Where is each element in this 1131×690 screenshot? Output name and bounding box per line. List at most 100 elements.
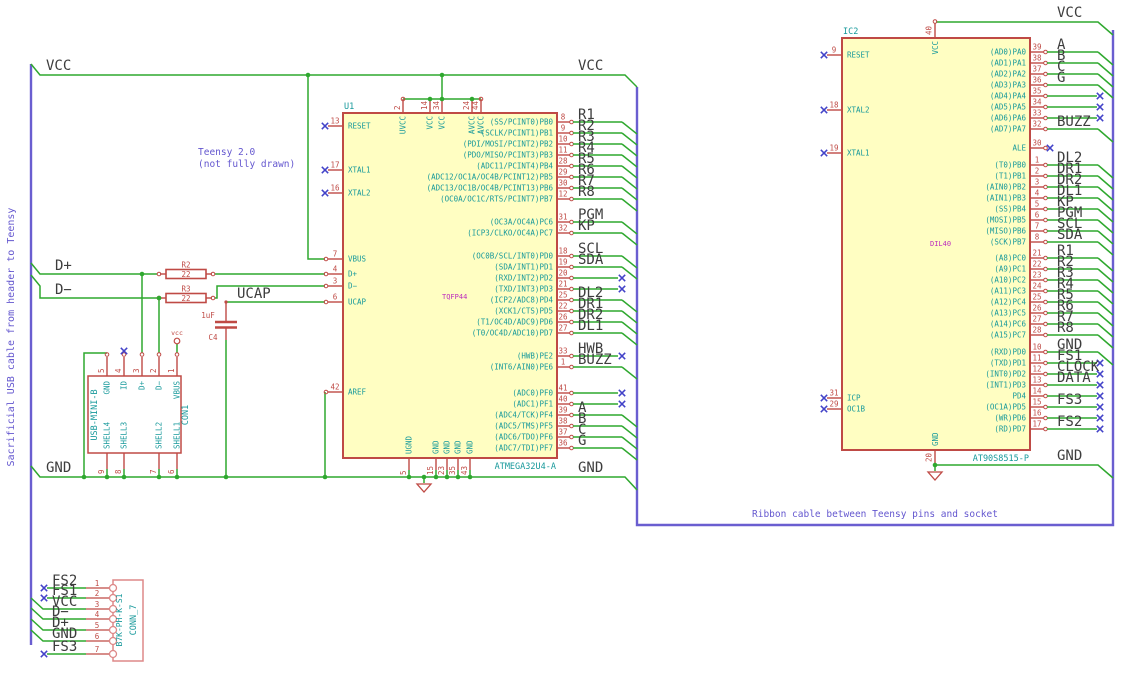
- pin-name: (ADC12/OC1A/OC4B/PCINT12)PB5: [427, 173, 553, 182]
- pin-number: 15: [426, 466, 435, 475]
- pin-terminal: [569, 174, 574, 180]
- component-value: 1uF: [201, 311, 215, 320]
- pin-number: 6: [167, 469, 176, 474]
- junction-dot: [427, 96, 433, 102]
- pin-name: (RXD/INT2)PD2: [494, 274, 553, 283]
- no-connect-icon: [40, 650, 48, 658]
- pin-terminal: [569, 434, 574, 440]
- no-connect-icon: [1096, 92, 1104, 100]
- pin-terminal: [1043, 382, 1048, 388]
- pin-name: GND: [103, 381, 112, 395]
- pin-terminal: [1043, 321, 1048, 327]
- pin-number: 23: [437, 466, 446, 475]
- note-ribbon-cable: Ribbon cable between Teensy pins and soc…: [752, 509, 998, 520]
- pin-terminal: [1043, 228, 1048, 234]
- pin-number: 23: [1032, 271, 1041, 280]
- pin-name: (AD5)PA5: [990, 103, 1026, 112]
- pin-number: 1: [95, 579, 100, 588]
- net-label: UCAP: [237, 286, 271, 302]
- junction-dot: [174, 474, 180, 480]
- component-value: AT90S8515-P: [973, 454, 1029, 464]
- pin-name: (OC0B/SCL/INT0)PD0: [472, 252, 554, 261]
- pin-number: 4: [95, 610, 100, 619]
- pin-name: (SCK)PB7: [990, 238, 1026, 247]
- pin-name: (A9)PC1: [994, 265, 1026, 274]
- bus-entry: [621, 266, 638, 280]
- net-label: R8: [578, 184, 595, 200]
- pin-terminal: [569, 445, 574, 451]
- pin-number: 15: [1032, 398, 1041, 407]
- pin-name: UGND: [405, 435, 414, 454]
- pin-terminal: [1043, 393, 1048, 399]
- pin-name: (TXD)PD1: [990, 359, 1026, 368]
- pin-number: 5: [97, 368, 106, 373]
- pin-number: 18: [829, 101, 839, 110]
- pin-terminal: [1043, 426, 1048, 432]
- pin-name: (A14)PC6: [990, 320, 1027, 329]
- pin-terminal: [1043, 371, 1048, 377]
- no-connect-icon: [618, 274, 626, 282]
- junction-dot: [104, 474, 110, 480]
- bus-entry: [621, 255, 638, 269]
- no-connect-icon: [1096, 414, 1104, 422]
- pin-terminal: [1043, 60, 1048, 66]
- pin-number: 31: [558, 213, 567, 222]
- bus-entry: [621, 232, 638, 246]
- pin-number: 35: [1032, 87, 1041, 96]
- pin-number: 4: [1035, 189, 1040, 198]
- bus-entry: [1097, 257, 1114, 272]
- net-label: R8: [1057, 320, 1074, 336]
- bus-entry: [1097, 323, 1114, 338]
- bus-entry: [621, 332, 638, 346]
- pin-number: 7: [333, 250, 338, 259]
- net-label: SDA: [578, 252, 604, 268]
- pin-number: 6: [333, 293, 338, 302]
- pin-name: (MISO)PB6: [985, 227, 1026, 236]
- pin-number: 28: [558, 157, 568, 166]
- pin-name: GND: [454, 440, 463, 454]
- no-connect-icon: [618, 285, 626, 293]
- note-usb-cable: Sacrificial USB cable from header to Tee…: [6, 208, 17, 467]
- bus-entry: [621, 414, 638, 428]
- pin-number: 43: [460, 466, 469, 475]
- pin-name: D−: [155, 381, 164, 391]
- schematic-canvas: 8 (SS/PCINT0)PB0 R1 9 (SCLK/PCINT1)PB1 R2 10 (P…: [0, 0, 1131, 690]
- pin-number: 8: [114, 469, 123, 474]
- net-label: SDA: [1057, 227, 1083, 243]
- pin-name: D+: [348, 270, 358, 279]
- pin-terminal: [1043, 255, 1048, 261]
- pin-terminal: [1043, 126, 1048, 132]
- pin-terminal: [1043, 415, 1048, 421]
- bus-entry: [1097, 268, 1114, 283]
- pin-number: 1: [1035, 156, 1040, 165]
- pin-name: (T1/OC4D/ADC9)PD6: [476, 318, 553, 327]
- net-label: VCC: [46, 58, 71, 74]
- pin-number: 3: [333, 277, 338, 286]
- net-label: G: [1057, 70, 1065, 86]
- pin-number: 25: [1032, 293, 1041, 302]
- no-connect-icon: [1096, 114, 1104, 122]
- pin-number: 9: [97, 469, 106, 474]
- bus-entry: [1097, 301, 1114, 316]
- junction-dot: [439, 72, 445, 78]
- pin-number: 32: [558, 224, 567, 233]
- pin-number: 24: [462, 100, 471, 110]
- pin-name: VCC: [426, 116, 435, 130]
- pin-terminal: [156, 352, 162, 357]
- pin-name: (ADC6/TDO)PF6: [494, 433, 553, 442]
- pin-terminal: [569, 412, 574, 418]
- pin-terminal: [1043, 299, 1048, 305]
- pin-name: GND: [466, 440, 475, 454]
- pin-name: (PDI/MOSI/PCINT2)PB2: [463, 140, 553, 149]
- bus-entry: [1097, 73, 1114, 88]
- pin-number: 33: [558, 347, 567, 356]
- no-connect-icon: [820, 394, 828, 402]
- pin-number: 4: [114, 368, 123, 373]
- pin-number: 20: [925, 452, 934, 462]
- pin-number: 39: [558, 406, 567, 415]
- component-ref: C4: [208, 333, 218, 342]
- net-label: DATA: [1057, 370, 1091, 386]
- ground-symbol: [926, 471, 944, 481]
- pin-number: 21: [1032, 249, 1041, 258]
- pin-name: (ADC1)PF1: [512, 400, 553, 409]
